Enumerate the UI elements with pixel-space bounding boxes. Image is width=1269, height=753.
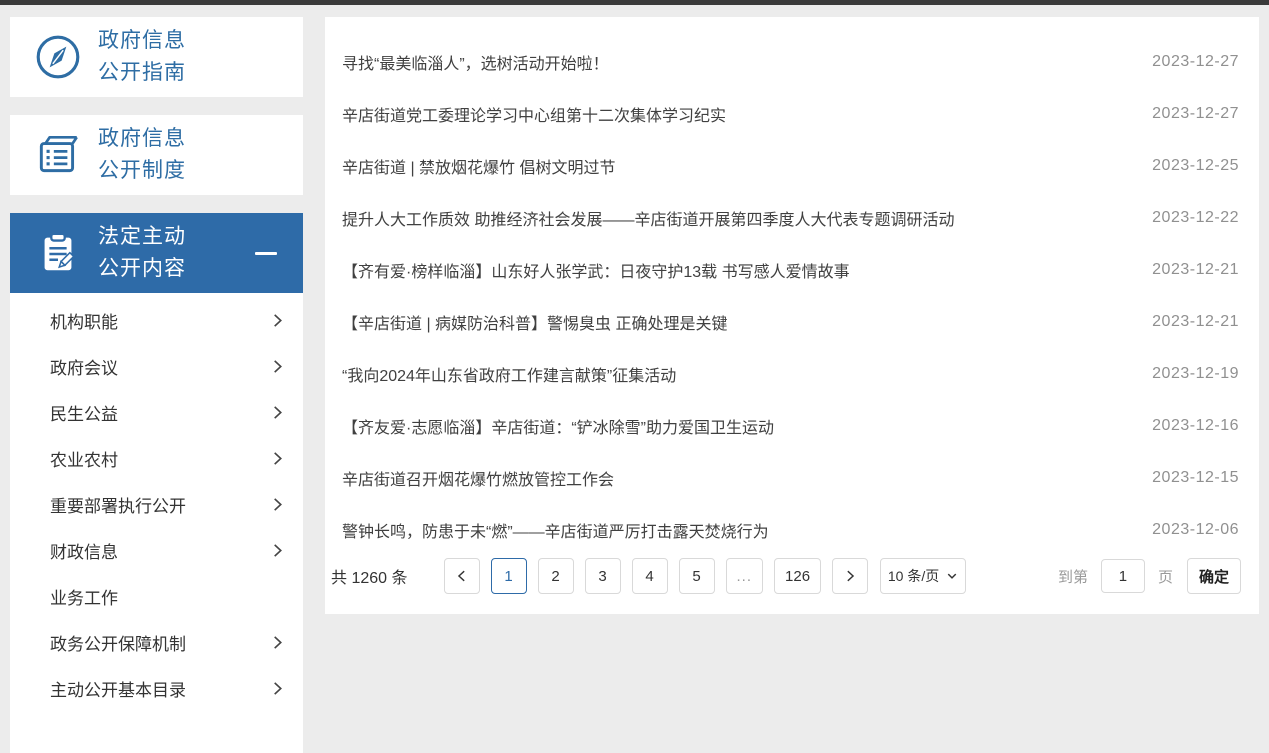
article-row[interactable]: 警钟长鸣，防患于未“燃”——辛店街道严厉打击露天焚烧行为 2023-12-06 — [325, 504, 1259, 556]
article-row[interactable]: 辛店街道党工委理论学习中心组第十二次集体学习纪实 2023-12-27 — [325, 88, 1259, 140]
sidebar-menu-item[interactable]: 重要部署执行公开 — [10, 481, 303, 527]
sidebar-menu-item[interactable]: 业务工作 — [10, 573, 303, 619]
sidebar-menu-item[interactable]: 政府会议 — [10, 343, 303, 389]
main-panel: 寻找“最美临淄人”，选树活动开始啦！ 2023-12-27 辛店街道党工委理论学… — [325, 17, 1259, 614]
next-page-button[interactable] — [832, 558, 868, 594]
menu-item-label: 业务工作 — [50, 584, 118, 609]
chevron-right-icon — [270, 451, 285, 466]
article-row[interactable]: 辛店街道 | 禁放烟花爆竹 倡树文明过节 2023-12-25 — [325, 140, 1259, 192]
menu-item-label: 机构职能 — [50, 308, 118, 333]
confirm-button[interactable]: 确定 — [1187, 558, 1241, 594]
article-title[interactable]: 寻找“最美临淄人”，选树活动开始啦！ — [342, 50, 1128, 74]
article-title[interactable]: 【齐友爱·志愿临淄】辛店街道：“铲冰除雪”助力爱国卫生运动 — [342, 414, 1128, 438]
page-button[interactable]: 126 — [774, 558, 821, 594]
article-date: 2023-12-27 — [1152, 105, 1239, 123]
sidebar-menu-item[interactable]: 财政信息 — [10, 527, 303, 573]
article-row[interactable]: 辛店街道召开烟花爆竹燃放管控工作会 2023-12-15 — [325, 452, 1259, 504]
page-button[interactable]: 1 — [491, 558, 527, 594]
article-date: 2023-12-21 — [1152, 313, 1239, 331]
goto-page-group: 到第 页 确定 — [1058, 558, 1241, 594]
page-button[interactable]: 4 — [632, 558, 668, 594]
sidebar-item-label: 法定主动 公开内容 — [98, 221, 186, 285]
article-date: 2023-12-27 — [1152, 53, 1239, 71]
article-row[interactable]: “我向2024年山东省政府工作建言献策”征集活动 2023-12-19 — [325, 348, 1259, 400]
article-title[interactable]: 辛店街道召开烟花爆竹燃放管控工作会 — [342, 466, 1128, 490]
article-title[interactable]: “我向2024年山东省政府工作建言献策”征集活动 — [342, 362, 1128, 386]
article-date: 2023-12-21 — [1152, 261, 1239, 279]
article-title[interactable]: 辛店街道党工委理论学习中心组第十二次集体学习纪实 — [342, 102, 1128, 126]
article-row[interactable]: 寻找“最美临淄人”，选树活动开始啦！ 2023-12-27 — [325, 36, 1259, 88]
sidebar: 政府信息 公开指南 政府信息 公开制度 — [10, 17, 303, 753]
sidebar-menu-item[interactable]: 民生公益 — [10, 389, 303, 435]
page-word-label: 页 — [1158, 566, 1173, 587]
menu-item-label: 财政信息 — [50, 538, 118, 563]
chevron-down-icon — [946, 570, 958, 582]
menu-item-label: 政务公开保障机制 — [50, 630, 186, 655]
sidebar-menu-item[interactable]: 政务公开保障机制 — [10, 619, 303, 665]
sidebar-menu: 机构职能 政府会议 民生公益 农业农村 — [10, 293, 303, 753]
compass-icon — [32, 31, 84, 83]
page-button[interactable]: 2 — [538, 558, 574, 594]
page-button[interactable]: 5 — [679, 558, 715, 594]
article-date: 2023-12-22 — [1152, 209, 1239, 227]
pagination-bar: 共 1260 条 1 2 3 4 5 ... 126 — [325, 557, 1259, 595]
article-title[interactable]: 提升人大工作质效 助推经济社会发展——辛店街道开展第四季度人大代表专题调研活动 — [342, 206, 1128, 230]
chevron-left-icon — [455, 569, 469, 583]
page-size-select[interactable]: 10 条/页 — [880, 558, 966, 594]
menu-item-label: 民生公益 — [50, 400, 118, 425]
chevron-right-icon — [270, 681, 285, 696]
article-title[interactable]: 【齐有爱·榜样临淄】山东好人张学武：日夜守护13载 书写感人爱情故事 — [342, 258, 1128, 282]
article-date: 2023-12-19 — [1152, 365, 1239, 383]
article-date: 2023-12-06 — [1152, 521, 1239, 539]
chevron-right-icon — [270, 543, 285, 558]
menu-item-label: 政府会议 — [50, 354, 118, 379]
goto-label: 到第 — [1058, 566, 1088, 587]
sidebar-item-label: 政府信息 公开指南 — [98, 25, 186, 89]
menu-item-label: 主动公开基本目录 — [50, 676, 186, 701]
goto-page-input[interactable] — [1101, 559, 1145, 593]
article-list: 寻找“最美临淄人”，选树活动开始啦！ 2023-12-27 辛店街道党工委理论学… — [325, 17, 1259, 556]
chevron-right-icon — [270, 405, 285, 420]
page-button[interactable]: ... — [726, 558, 764, 594]
article-date: 2023-12-25 — [1152, 157, 1239, 175]
prev-page-button[interactable] — [444, 558, 480, 594]
sidebar-item-label: 政府信息 公开制度 — [98, 123, 186, 187]
article-row[interactable]: 【辛店街道 | 病媒防治科普】警惕臭虫 正确处理是关键 2023-12-21 — [325, 296, 1259, 348]
article-date: 2023-12-16 — [1152, 417, 1239, 435]
clipboard-pen-icon — [32, 227, 84, 279]
article-row[interactable]: 【齐友爱·志愿临淄】辛店街道：“铲冰除雪”助力爱国卫生运动 2023-12-16 — [325, 400, 1259, 452]
top-bar — [0, 0, 1269, 5]
article-row[interactable]: 提升人大工作质效 助推经济社会发展——辛店街道开展第四季度人大代表专题调研活动 … — [325, 192, 1259, 244]
article-date: 2023-12-15 — [1152, 469, 1239, 487]
page-size-value: 10 条/页 — [888, 566, 939, 586]
chevron-right-icon — [843, 569, 857, 583]
sidebar-item-gov-info-guide[interactable]: 政府信息 公开指南 — [10, 17, 303, 97]
article-title[interactable]: 辛店街道 | 禁放烟花爆竹 倡树文明过节 — [342, 154, 1128, 178]
chevron-right-icon — [270, 359, 285, 374]
menu-item-label: 农业农村 — [50, 446, 118, 471]
article-title[interactable]: 【辛店街道 | 病媒防治科普】警惕臭虫 正确处理是关键 — [342, 310, 1128, 334]
sidebar-menu-item[interactable]: 机构职能 — [10, 297, 303, 343]
article-title[interactable]: 警钟长鸣，防患于未“燃”——辛店街道严厉打击露天焚烧行为 — [342, 518, 1128, 542]
sidebar-menu-item[interactable]: 主动公开基本目录 — [10, 665, 303, 711]
sidebar-item-statutory-disclosure[interactable]: 法定主动 公开内容 — [10, 213, 303, 293]
book-icon — [32, 129, 84, 181]
sidebar-item-gov-info-system[interactable]: 政府信息 公开制度 — [10, 115, 303, 195]
page-button[interactable]: 3 — [585, 558, 621, 594]
chevron-right-icon — [270, 635, 285, 650]
menu-item-label: 重要部署执行公开 — [50, 492, 186, 517]
sidebar-menu-item[interactable]: 农业农村 — [10, 435, 303, 481]
minus-icon — [255, 252, 277, 255]
chevron-right-icon — [270, 497, 285, 512]
chevron-right-icon — [270, 313, 285, 328]
page-buttons: 1 2 3 4 5 ... 126 — [491, 558, 833, 594]
total-count-label: 共 1260 条 — [331, 564, 408, 588]
article-row[interactable]: 【齐有爱·榜样临淄】山东好人张学武：日夜守护13载 书写感人爱情故事 2023-… — [325, 244, 1259, 296]
